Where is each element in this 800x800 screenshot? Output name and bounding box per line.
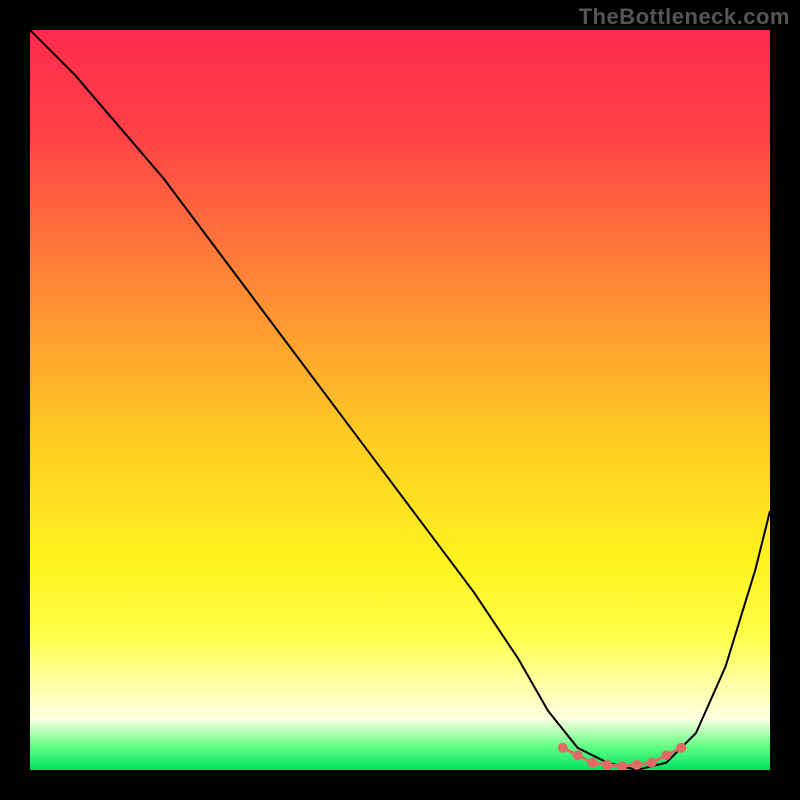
optimal-marker bbox=[647, 758, 657, 768]
optimal-marker bbox=[558, 743, 568, 753]
chart-area bbox=[30, 30, 770, 770]
optimal-marker bbox=[587, 758, 597, 768]
optimal-marker bbox=[676, 743, 686, 753]
optimal-marker bbox=[573, 750, 583, 760]
optimal-marker bbox=[602, 760, 612, 770]
optimal-marker bbox=[661, 750, 671, 760]
watermark-text: TheBottleneck.com bbox=[579, 4, 790, 30]
optimal-marker bbox=[632, 760, 642, 770]
chart-svg bbox=[30, 30, 770, 770]
gradient-background bbox=[30, 30, 770, 770]
